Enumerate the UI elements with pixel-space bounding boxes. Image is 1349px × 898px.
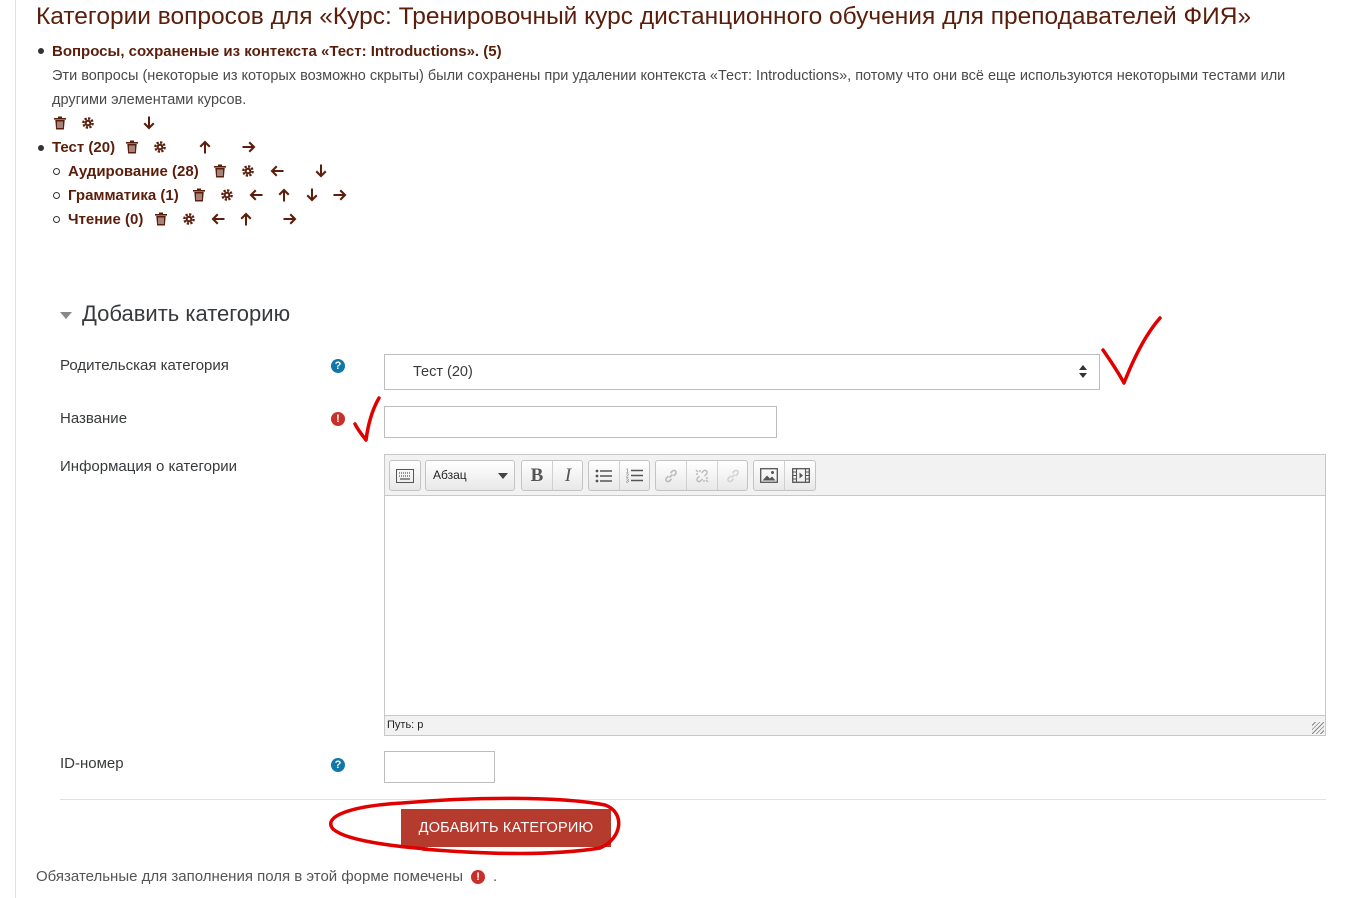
- gear-icon[interactable]: [219, 187, 235, 203]
- gear-icon[interactable]: [152, 139, 168, 155]
- annotation-layer: [329, 316, 1162, 856]
- editor-toolbar: Абзац B I 123: [385, 455, 1325, 496]
- media-group: [753, 460, 816, 491]
- list-bullet: [38, 48, 44, 54]
- anchor-link-button[interactable]: [718, 461, 748, 490]
- category-link-saved[interactable]: Вопросы, сохраненые из контекста «Тест: …: [52, 43, 502, 60]
- media-button[interactable]: [785, 461, 816, 490]
- name-input[interactable]: [384, 406, 777, 438]
- arrow-right-icon[interactable]: [332, 187, 348, 203]
- arrow-left-icon[interactable]: [248, 187, 264, 203]
- arrow-up-icon[interactable]: [197, 139, 213, 155]
- category-link-grammar[interactable]: Грамматика (1): [68, 187, 179, 204]
- help-icon[interactable]: ?: [331, 359, 345, 373]
- delete-icon[interactable]: [191, 187, 207, 203]
- list-group: 123: [588, 460, 650, 491]
- image-icon: [760, 468, 778, 483]
- delete-icon[interactable]: [212, 163, 228, 179]
- category-description: Эти вопросы (некоторые из которых возмож…: [52, 68, 1286, 108]
- arrow-right-icon[interactable]: [282, 211, 298, 227]
- delete-icon[interactable]: [124, 139, 140, 155]
- arrow-right-icon[interactable]: [241, 139, 257, 155]
- film-icon: [791, 468, 810, 483]
- add-category-legend[interactable]: Добавить категорию: [60, 301, 290, 327]
- category-link-listening[interactable]: Аудирование (28): [68, 163, 199, 180]
- required-note-end: .: [493, 868, 498, 885]
- arrow-down-icon[interactable]: [304, 187, 320, 203]
- required-icon: !: [471, 869, 486, 884]
- collapse-caret-icon[interactable]: [60, 311, 72, 319]
- unlink-icon: [695, 469, 709, 482]
- numbered-list-button[interactable]: 123: [620, 461, 650, 490]
- required-icon: !: [331, 412, 345, 426]
- editor-path: Путь: p: [387, 719, 424, 731]
- idnumber-input[interactable]: [384, 751, 495, 783]
- list-bullet: [53, 216, 60, 223]
- link-disabled-icon: [727, 469, 739, 482]
- category-link-test[interactable]: Тест (20): [52, 139, 115, 156]
- required-fields-note: Обязательные для заполнения поля в этой …: [36, 868, 497, 885]
- arrow-left-icon[interactable]: [210, 211, 226, 227]
- idnumber-label: ID-номер: [60, 755, 124, 772]
- checkmark-annotation-name: [353, 396, 381, 442]
- gear-icon[interactable]: [181, 211, 197, 227]
- bullet-list-icon: [595, 469, 612, 482]
- bullet-list-button[interactable]: [589, 461, 620, 490]
- page-title: Категории вопросов для «Курс: Тренировоч…: [36, 3, 1252, 30]
- dropdown-arrow-icon: [498, 473, 508, 479]
- arrow-up-icon[interactable]: [238, 211, 254, 227]
- gear-icon[interactable]: [240, 163, 256, 179]
- parent-category-select[interactable]: Тест (20): [384, 354, 1100, 390]
- gear-icon[interactable]: [80, 115, 96, 131]
- image-button[interactable]: [754, 461, 785, 490]
- add-category-button[interactable]: ДОБАВИТЬ КАТЕГОРИЮ: [401, 809, 611, 847]
- arrow-down-icon[interactable]: [141, 115, 157, 131]
- arrow-left-icon[interactable]: [269, 163, 285, 179]
- numbered-list-icon: 123: [626, 469, 643, 484]
- keyboard-icon: [396, 468, 414, 483]
- arrow-up-icon[interactable]: [276, 187, 292, 203]
- unlink-button[interactable]: [687, 461, 718, 490]
- content-border: [15, 0, 16, 898]
- form-divider: [60, 799, 1326, 800]
- editor-status-bar: Путь: p: [385, 715, 1325, 735]
- legend-text: Добавить категорию: [82, 301, 291, 326]
- resize-grip-icon[interactable]: [1312, 722, 1324, 734]
- italic-button[interactable]: I: [553, 461, 583, 490]
- category-info-editor[interactable]: Абзац B I 123 Путь: p: [384, 454, 1326, 736]
- name-label: Название: [60, 410, 128, 427]
- help-icon[interactable]: ?: [331, 758, 345, 772]
- format-dropdown[interactable]: Абзац: [425, 460, 515, 491]
- link-button[interactable]: [656, 461, 687, 490]
- link-group: [655, 460, 748, 491]
- link-icon: [665, 469, 677, 482]
- category-info-label: Информация о категории: [60, 458, 238, 475]
- editor-content-area[interactable]: [385, 496, 1325, 715]
- list-bullet: [38, 145, 44, 151]
- list-bullet: [53, 192, 60, 199]
- bold-button[interactable]: B: [522, 461, 553, 490]
- parent-category-value: Тест (20): [413, 364, 473, 380]
- format-value: Абзац: [433, 468, 467, 482]
- svg-text:3: 3: [626, 479, 629, 484]
- toolbar-toggle-button[interactable]: [389, 460, 421, 491]
- category-link-reading[interactable]: Чтение (0): [68, 211, 143, 228]
- delete-icon[interactable]: [52, 115, 68, 131]
- required-note-text: Обязательные для заполнения поля в этой …: [36, 868, 464, 885]
- delete-icon[interactable]: [153, 211, 169, 227]
- parent-category-label: Родительская категория: [60, 357, 229, 374]
- list-bullet: [53, 168, 60, 175]
- arrow-down-icon[interactable]: [313, 163, 329, 179]
- checkmark-annotation-select: [1101, 316, 1162, 385]
- text-style-group: B I: [521, 460, 583, 491]
